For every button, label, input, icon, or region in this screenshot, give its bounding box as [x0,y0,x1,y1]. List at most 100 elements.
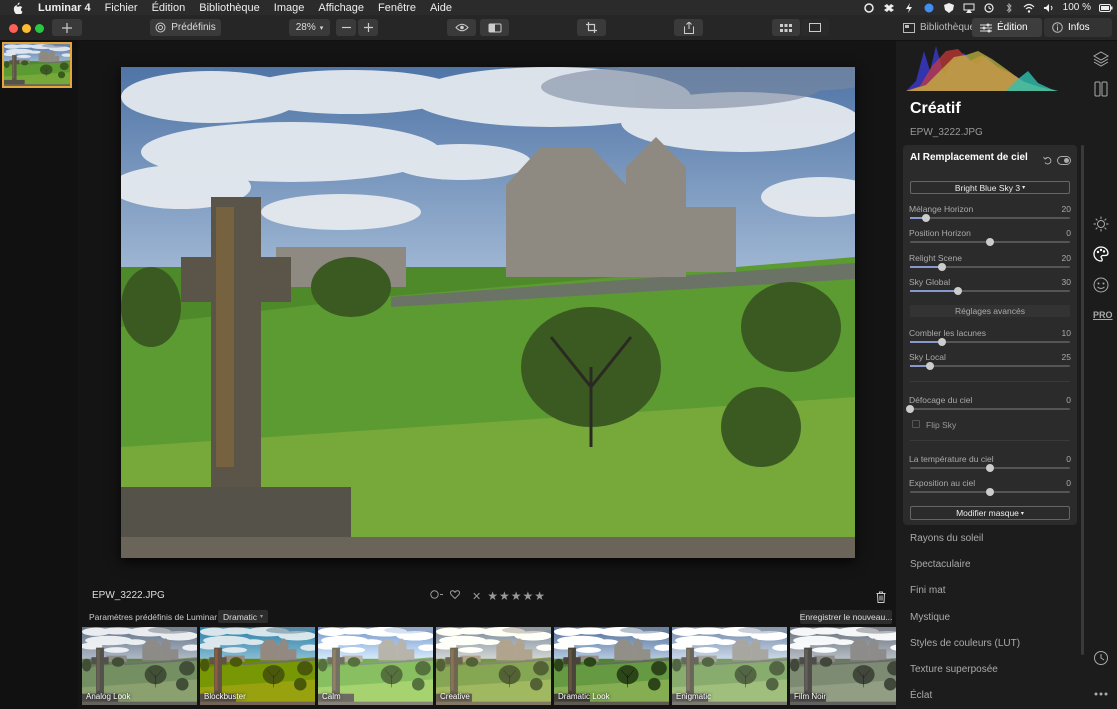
volume-icon[interactable] [1043,3,1055,13]
presets-category-select[interactable]: Dramatic ▾ [218,610,269,623]
slider-knob[interactable] [906,405,914,413]
more-icon[interactable] [1093,684,1109,696]
window-zoom-button[interactable] [35,24,44,33]
slider-fill-gaps[interactable] [910,338,1070,346]
slider-knob[interactable] [986,238,994,246]
section-mystical[interactable]: Mystique [910,612,950,623]
zoom-in-button[interactable] [358,19,378,36]
smiley-icon[interactable] [1093,277,1109,293]
sun-icon[interactable] [1093,216,1109,232]
share-button[interactable] [674,19,703,36]
slider-knob[interactable] [986,488,994,496]
add-images-button[interactable] [52,19,82,36]
bluetooth-icon[interactable] [1003,2,1015,13]
star-rating[interactable]: ★ ★ ★ ★ ★ [487,589,545,603]
star-icon[interactable]: ★ [487,589,498,603]
window-close-button[interactable] [9,24,18,33]
history-icon[interactable] [1093,650,1109,666]
wifi-icon[interactable] [1023,3,1035,13]
preset-thumbnail[interactable]: Film Noir [790,627,896,705]
shield-icon[interactable] [943,2,955,13]
slider-relight-scene[interactable] [910,263,1070,271]
slider-knob[interactable] [954,287,962,295]
section-texture-overlay[interactable]: Texture superposée [910,664,998,675]
preset-thumbnail[interactable]: Dramatic Look [554,627,669,705]
preset-thumbnail[interactable]: Analog Look [82,627,197,705]
tab-library[interactable]: Bibliothèque [895,18,983,37]
menu-file[interactable]: Fichier [105,2,138,14]
single-view-button[interactable] [801,19,829,36]
menu-edit[interactable]: Édition [152,2,186,14]
reject-icon[interactable]: ✕ [472,590,481,603]
slider-sky-temperature[interactable] [910,464,1070,472]
creative-cloud-icon[interactable] [863,2,875,13]
star-icon[interactable]: ★ [534,589,545,603]
slider-horizon-position[interactable] [910,238,1070,246]
apple-icon[interactable] [12,2,26,14]
section-sun-rays[interactable]: Rayons du soleil [910,533,983,544]
slider-knob[interactable] [938,338,946,346]
zoom-out-button[interactable] [336,19,356,36]
heart-icon[interactable] [450,590,460,602]
star-icon[interactable]: ★ [499,589,510,603]
slider-knob[interactable] [986,464,994,472]
main-photo[interactable] [121,67,855,558]
slider-knob[interactable] [922,214,930,222]
crop-button[interactable] [577,19,606,36]
section-color-styles-lut[interactable]: Styles de couleurs (LUT) [910,638,1020,649]
menu-image[interactable]: Image [274,2,305,14]
advanced-settings-button[interactable]: Réglages avancés [910,305,1070,317]
compare-button[interactable] [480,19,509,36]
trash-icon[interactable] [876,590,886,603]
section-dramatic[interactable]: Spectaculaire [910,559,971,570]
preset-thumbnail[interactable]: Enigmatic [672,627,787,705]
presets-button[interactable]: Prédéfinis [150,19,221,36]
menu-window[interactable]: Fenêtre [378,2,416,14]
slider-horizon-blend[interactable] [910,214,1070,222]
star-icon[interactable]: ★ [511,589,522,603]
edit-mask-button[interactable]: Modifier masque ▾ [910,506,1070,520]
tab-info[interactable]: Infos [1044,18,1112,37]
reset-icon[interactable] [1043,152,1052,170]
slider-sky-global[interactable] [910,287,1070,295]
section-glow[interactable]: Éclat [910,690,932,701]
menu-view[interactable]: Affichage [318,2,364,14]
dropbox-icon[interactable] [883,3,895,13]
save-new-preset-button[interactable]: Enregistrer le nouveau... [800,610,892,624]
airplay-icon[interactable] [963,3,975,13]
panel-scrollbar[interactable] [1081,145,1084,655]
canvas-icon[interactable] [1093,81,1109,97]
menu-library[interactable]: Bibliothèque [199,2,260,14]
preview-button[interactable] [447,19,476,36]
zoom-select[interactable]: 28% ▾ [289,19,330,36]
color-label-button[interactable] [430,590,444,602]
sky-selection-dropdown[interactable]: Bright Blue Sky 3 ▾ [910,181,1070,194]
slider-knob[interactable] [926,362,934,370]
window-minimize-button[interactable] [22,24,31,33]
flip-sky-label[interactable]: Flip Sky [926,420,956,430]
grid-view-button[interactable] [772,19,800,36]
flip-sky-checkbox[interactable] [912,420,920,428]
battery-icon[interactable] [1099,3,1113,13]
slider-sky-local[interactable] [910,362,1070,370]
bolt-icon[interactable] [903,2,915,13]
slider-sky-exposure[interactable] [910,488,1070,496]
visibility-toggle[interactable] [1057,152,1071,170]
star-icon[interactable]: ★ [523,589,534,603]
tool-title[interactable]: AI Remplacement de ciel [910,152,1028,163]
preset-thumbnail[interactable]: Calm [318,627,433,705]
preset-thumbnail[interactable]: Blockbuster [200,627,315,705]
section-matte-look[interactable]: Fini mat [910,585,946,596]
selected-image-thumbnail[interactable] [2,42,72,88]
menu-help[interactable]: Aide [430,2,452,14]
palette-icon[interactable] [1093,246,1109,262]
slider-knob[interactable] [938,263,946,271]
tab-edit[interactable]: Édition [972,18,1042,37]
layers-icon[interactable] [1092,51,1110,67]
app-badge-icon[interactable] [923,3,935,13]
slider-sky-defocus[interactable] [906,405,1070,413]
preset-thumbnail[interactable]: Creative [436,627,551,705]
menu-app-name[interactable]: Luminar 4 [38,2,91,14]
pro-icon[interactable]: PRO [1093,310,1113,322]
time-machine-icon[interactable] [983,2,995,13]
